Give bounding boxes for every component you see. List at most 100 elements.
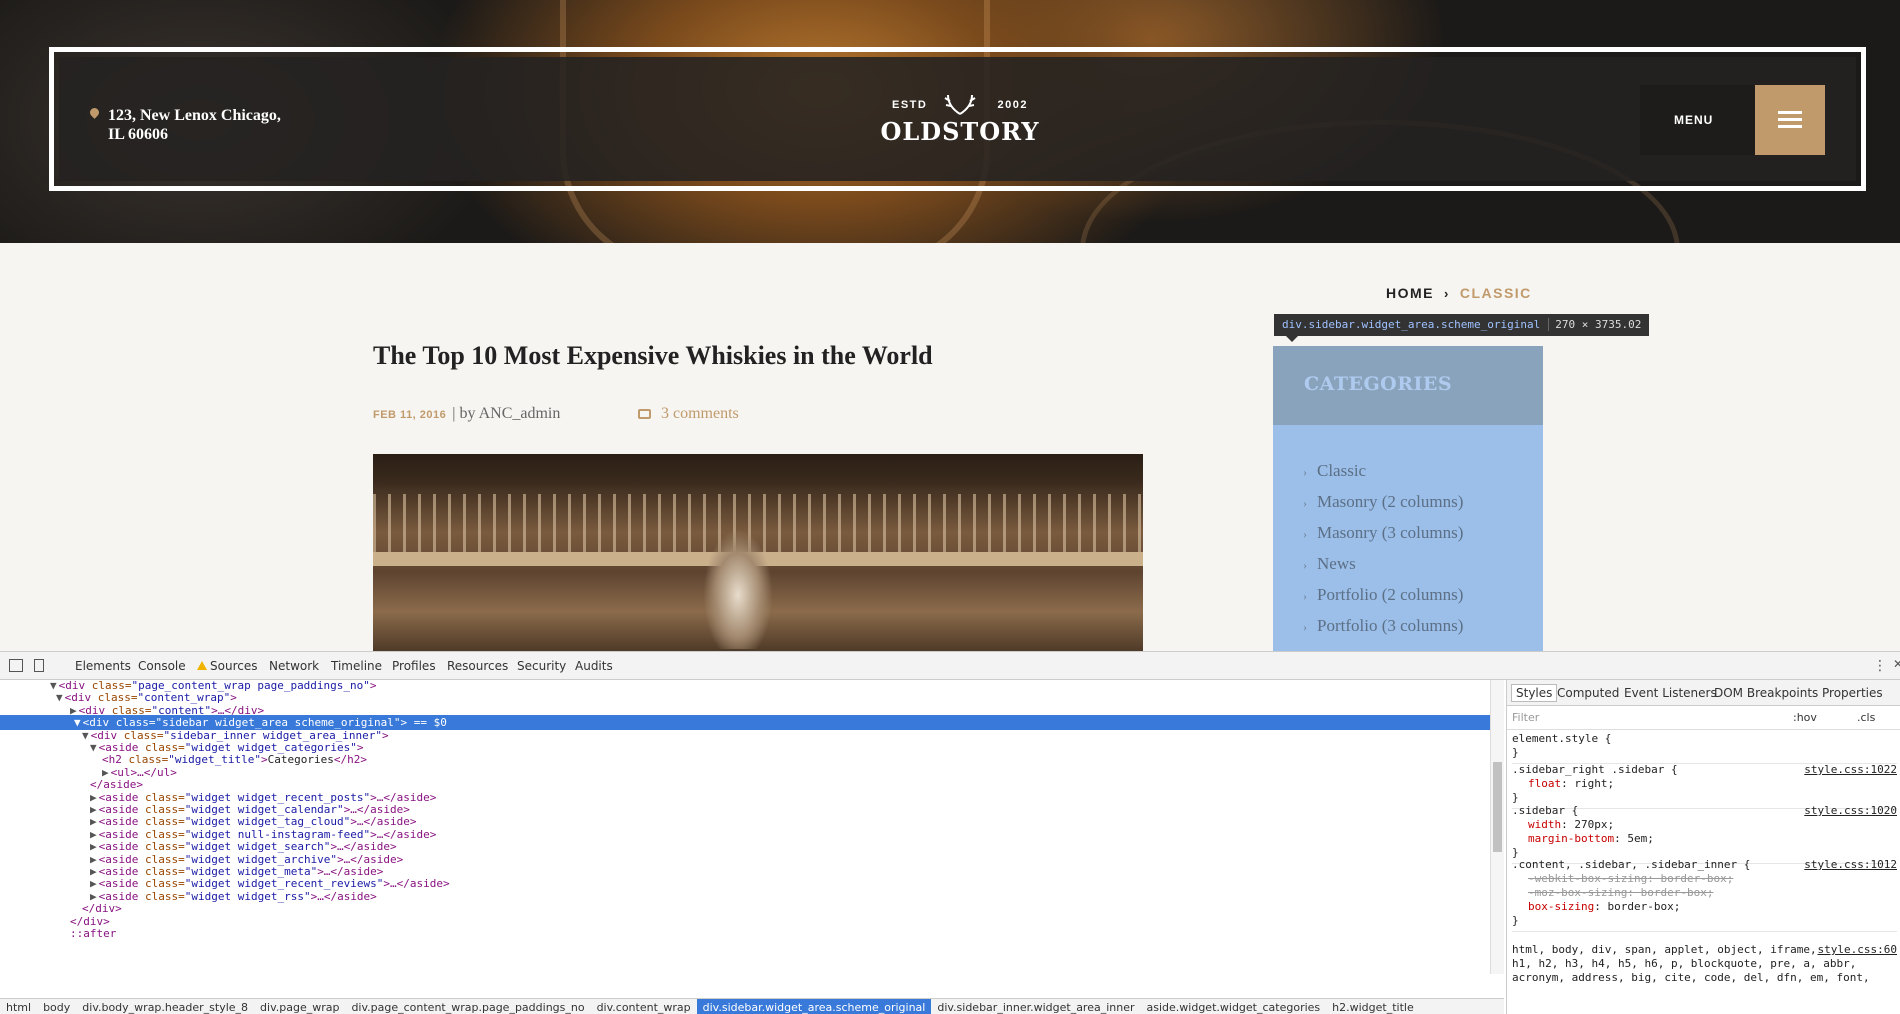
warning-icon: [197, 661, 207, 670]
devtools-panel: Elements Console Sources Network Timelin…: [0, 651, 1900, 1014]
tab-security[interactable]: Security: [517, 659, 566, 673]
category-item[interactable]: › Portfolio (3 columns): [1303, 616, 1463, 647]
class-toggle[interactable]: .cls: [1857, 711, 1875, 724]
widget-title: CATEGORIES: [1304, 373, 1453, 395]
css-rule[interactable]: .content, .sidebar, .sidebar_inner {styl…: [1512, 858, 1897, 932]
hamburger-menu-button[interactable]: [1755, 85, 1825, 155]
filter-input[interactable]: Filter: [1512, 711, 1539, 724]
chevron-right-icon: ›: [1303, 589, 1307, 603]
more-options-icon[interactable]: ⋮: [1873, 658, 1887, 674]
tab-sources[interactable]: Sources: [197, 659, 257, 673]
css-brace: }: [1512, 746, 1519, 759]
css-selector: acronym, address, big, cite, code, del, …: [1512, 971, 1870, 984]
category-item[interactable]: › News: [1303, 554, 1463, 585]
expand-triangle-icon[interactable]: ▼: [56, 691, 63, 704]
css-property[interactable]: -moz-box-sizing: border-box;: [1512, 886, 1897, 900]
dom-breadcrumb-item[interactable]: div.body_wrap.header_style_8: [76, 999, 254, 1014]
menu-label[interactable]: MENU: [1674, 113, 1713, 127]
tab-audits[interactable]: Audits: [575, 659, 613, 673]
tab-event-listeners[interactable]: Event Listeners: [1624, 686, 1717, 700]
css-rule[interactable]: .sidebar_right .sidebar {style.css:1022 f…: [1512, 763, 1897, 809]
comments-count: 3 comments: [661, 405, 739, 422]
breadcrumb-home[interactable]: HOME: [1386, 285, 1434, 301]
css-source-link[interactable]: style.css:1020: [1804, 804, 1897, 817]
comment-icon: [638, 409, 651, 419]
css-brace: }: [1512, 914, 1519, 927]
css-rule[interactable]: .sidebar {style.css:1020 width: 270px; mar…: [1512, 804, 1897, 864]
sidebar-categories-widget: CATEGORIES › Classic › Masonry (2 columns)…: [1273, 346, 1543, 651]
site-logo[interactable]: ESTD 2002 OLDSTORY: [880, 93, 1040, 153]
post-featured-image[interactable]: [373, 454, 1143, 651]
expand-triangle-icon[interactable]: ▼: [82, 729, 89, 742]
tab-properties[interactable]: Properties: [1822, 686, 1883, 700]
elements-tree[interactable]: ▼ <div class="sidebar widget_area scheme_…: [0, 680, 1490, 974]
logo-estd: ESTD: [892, 99, 928, 111]
category-label: Masonry (2 columns): [1317, 492, 1464, 511]
logo-name: OLDSTORY: [880, 117, 1040, 146]
elements-scrollbar[interactable]: [1490, 680, 1504, 974]
dom-breadcrumb-item[interactable]: div.page_content_wrap.page_paddings_no: [345, 999, 590, 1014]
dom-breadcrumb-item[interactable]: div.sidebar_inner.widget_area_inner: [931, 999, 1140, 1014]
post-date[interactable]: FEB 11, 2016: [373, 409, 446, 421]
scrollbar-thumb[interactable]: [1493, 762, 1502, 852]
dom-node-line[interactable]: ▶ <aside class="widget widget_rss">…</asi…: [90, 889, 377, 904]
dom-breadcrumb: html body div.body_wrap.header_style_8 div.…: [0, 998, 1504, 1014]
category-item[interactable]: › Portfolio (2 columns): [1303, 585, 1463, 616]
tab-styles[interactable]: Styles: [1511, 684, 1558, 702]
dom-breadcrumb-item[interactable]: h2.widget_title: [1326, 999, 1420, 1014]
post-title[interactable]: The Top 10 Most Expensive Whiskies in th…: [373, 341, 933, 371]
tab-resources[interactable]: Resources: [447, 659, 508, 673]
css-source-link[interactable]: style.css:60: [1818, 943, 1897, 956]
tab-timeline[interactable]: Timeline: [331, 659, 382, 673]
styles-filter[interactable]: Filter :hov .cls: [1507, 706, 1900, 730]
tab-profiles[interactable]: Profiles: [392, 659, 436, 673]
logo-year: 2002: [997, 99, 1028, 111]
category-item[interactable]: › Masonry (2 columns): [1303, 492, 1463, 523]
css-selector: h1, h2, h3, h4, h5, h6, p, blockquote, p…: [1512, 957, 1857, 970]
dom-breadcrumb-item[interactable]: html: [0, 999, 37, 1014]
post-byline[interactable]: | by ANC_admin: [452, 405, 560, 422]
breadcrumb: HOME › CLASSIC: [1386, 285, 1532, 301]
category-label: News: [1317, 554, 1356, 573]
css-rule[interactable]: element.style {}: [1512, 732, 1897, 764]
expand-triangle-icon[interactable]: ▶: [70, 704, 77, 717]
inspect-element-icon[interactable]: [9, 659, 23, 672]
dom-breadcrumb-item[interactable]: div.content_wrap: [591, 999, 697, 1014]
chevron-right-icon: ›: [1303, 527, 1307, 541]
css-source-link[interactable]: style.css:1022: [1804, 763, 1897, 776]
css-property[interactable]: box-sizing: border-box;: [1512, 900, 1897, 914]
dom-breadcrumb-item[interactable]: body: [37, 999, 76, 1014]
css-property[interactable]: float: right;: [1512, 777, 1897, 791]
header-address: 123, New Lenox Chicago, IL 60606: [88, 106, 328, 144]
css-property[interactable]: margin-bottom: 5em;: [1512, 832, 1897, 846]
dom-breadcrumb-item[interactable]: div.page_wrap: [254, 999, 345, 1014]
hover-state-toggle[interactable]: :hov: [1793, 711, 1817, 724]
chevron-right-icon: ›: [1444, 286, 1450, 301]
css-source-link[interactable]: style.css:1012: [1804, 858, 1897, 871]
css-rule[interactable]: html, body, div, span, applet, object, i…: [1512, 943, 1897, 988]
tab-elements[interactable]: Elements: [75, 659, 131, 673]
css-property[interactable]: width: 270px;: [1512, 818, 1897, 832]
category-label: Portfolio (3 columns): [1317, 616, 1464, 635]
expand-triangle-icon[interactable]: ▼: [74, 716, 81, 729]
breadcrumb-current: CLASSIC: [1459, 285, 1532, 301]
post-meta: FEB 11, 2016 | by ANC_admin 3 comments: [373, 405, 739, 423]
close-icon[interactable]: ✕: [1893, 657, 1900, 671]
tab-network[interactable]: Network: [269, 659, 319, 673]
dom-breadcrumb-item[interactable]: aside.widget.widget_categories: [1141, 999, 1327, 1014]
dom-node-line[interactable]: ▶ <div class="content">…</div>: [70, 703, 264, 718]
category-item[interactable]: › Classic: [1303, 461, 1463, 492]
dom-node-line[interactable]: ::after: [70, 926, 116, 941]
expand-triangle-icon[interactable]: ▼: [90, 741, 97, 754]
tab-dom-breakpoints[interactable]: DOM Breakpoints: [1714, 686, 1818, 700]
post-comments-link[interactable]: 3 comments: [638, 405, 739, 423]
category-item[interactable]: › Masonry (3 columns): [1303, 523, 1463, 554]
tab-console[interactable]: Console: [138, 659, 186, 673]
hamburger-icon-bar: [1778, 118, 1802, 121]
tab-computed[interactable]: Computed: [1557, 686, 1619, 700]
device-mode-icon[interactable]: [34, 659, 44, 672]
devtools-toolbar: Elements Console Sources Network Timelin…: [0, 652, 1900, 680]
dom-breadcrumb-item[interactable]: div.sidebar.widget_area.scheme_original: [696, 999, 932, 1014]
chevron-right-icon: ›: [1303, 620, 1307, 634]
css-property[interactable]: -webkit-box-sizing: border-box;: [1512, 872, 1897, 886]
